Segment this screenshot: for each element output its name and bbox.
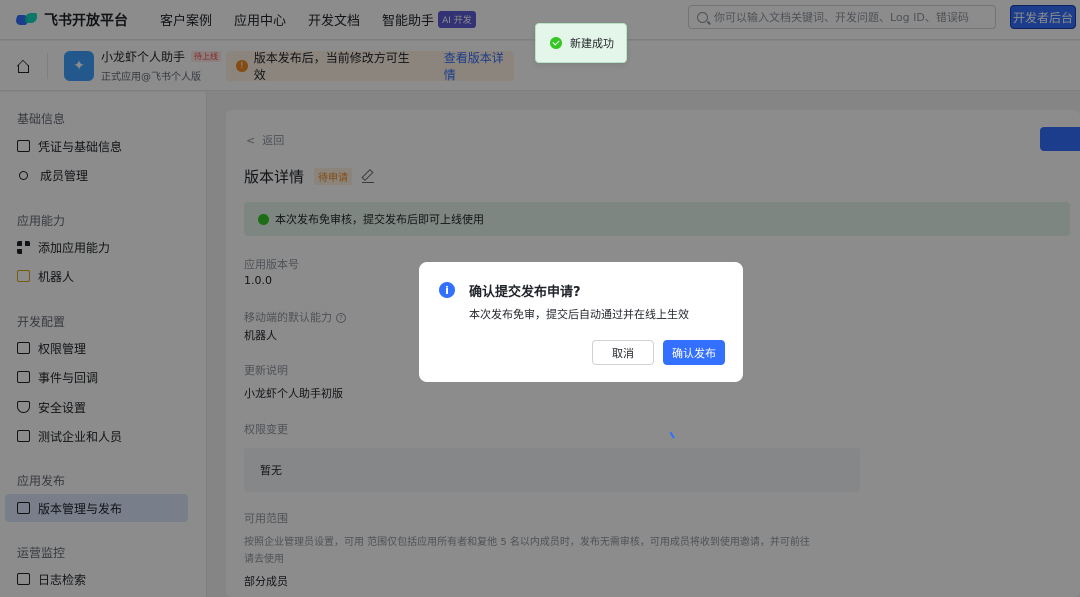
dialog-title: 确认提交发布申请?	[469, 285, 581, 300]
info-icon: i	[439, 282, 455, 298]
confirm-release-button[interactable]: 确认发布	[663, 340, 725, 365]
confirm-release-dialog: i 确认提交发布申请? 本次发布免审，提交后自动通过并在线上生效 取消 确认发布	[419, 262, 743, 382]
check-circle-icon	[550, 37, 562, 49]
cancel-button[interactable]: 取消	[592, 340, 654, 365]
toast-text: 新建成功	[570, 37, 614, 50]
dialog-message: 本次发布免审，提交后自动通过并在线上生效	[469, 308, 689, 321]
success-toast: 新建成功	[535, 23, 627, 63]
